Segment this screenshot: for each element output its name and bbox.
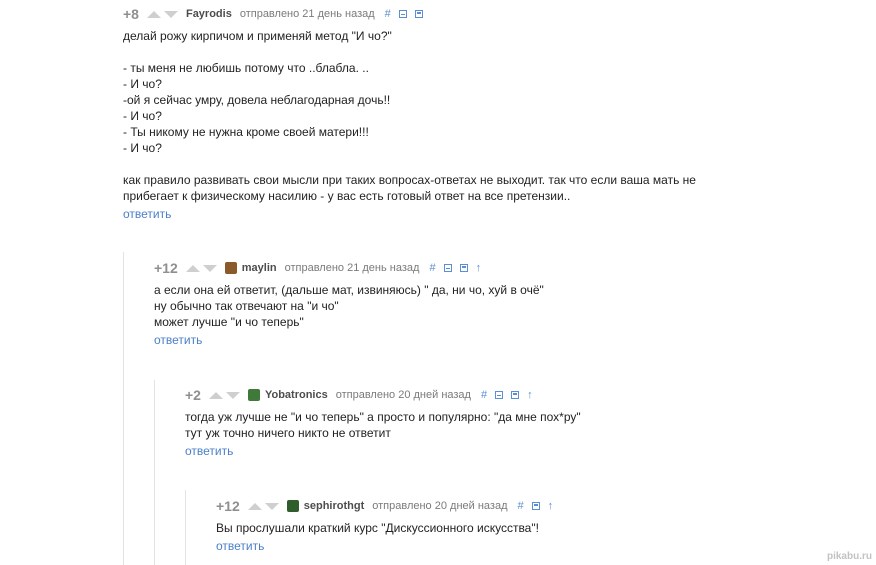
vote-up-icon[interactable] (146, 10, 161, 18)
permalink-icon[interactable]: # (429, 262, 435, 274)
vote-down-icon[interactable] (163, 10, 178, 18)
comment-timestamp: отправлено 20 дней назад (335, 389, 471, 401)
vote-down-icon[interactable] (202, 264, 217, 272)
comment-rating: +12 (216, 498, 240, 514)
reply-link[interactable]: ответить (216, 539, 264, 553)
comment-header: +12 maylin отправлено 21 день назад # ↑ (154, 260, 854, 276)
comment-timestamp: отправлено 21 день назад (284, 262, 420, 274)
reply-link[interactable]: ответить (185, 444, 233, 458)
comment-line: - ты меня не любишь потому что ..блабла.… (123, 61, 369, 75)
comment-line: как правило развивать свои мысли при так… (123, 173, 696, 187)
permalink-icon[interactable]: # (517, 500, 523, 512)
comment-line: а если она ей ответит, (дальше мат, изви… (154, 283, 544, 297)
thread-line (123, 252, 124, 565)
vote-up-icon[interactable] (208, 391, 223, 399)
comment-body: а если она ей ответит, (дальше мат, изви… (154, 282, 854, 330)
parent-arrow-icon[interactable]: ↑ (527, 389, 533, 401)
comment-line: - И чо? (123, 77, 162, 91)
avatar (247, 389, 260, 401)
parent-arrow-icon[interactable]: ↑ (548, 500, 554, 512)
save-icon[interactable] (531, 502, 540, 510)
comment: +12 sephirothgt отправлено 20 дней назад… (216, 498, 856, 555)
comment-line: Вы прослушали краткий курс "Дискуссионно… (216, 521, 539, 535)
comment-line: - И чо? (123, 141, 162, 155)
comment-header: +2 Yobatronics отправлено 20 дней назад … (185, 387, 855, 403)
collapse-icon[interactable] (495, 391, 504, 399)
comment-line: -ой я сейчас умру, довела неблагодарная … (123, 93, 391, 107)
comment: +12 maylin отправлено 21 день назад # ↑ … (154, 260, 854, 349)
comment-rating: +12 (154, 260, 178, 276)
save-icon[interactable] (414, 10, 423, 18)
comment-rating: +8 (123, 6, 139, 22)
comment: +2 Yobatronics отправлено 20 дней назад … (185, 387, 855, 460)
comment-timestamp: отправлено 20 дней назад (372, 500, 508, 512)
vote-up-icon[interactable] (247, 502, 262, 510)
comment-author[interactable]: sephirothgt (304, 500, 365, 512)
avatar (224, 262, 237, 274)
save-icon[interactable] (511, 391, 520, 399)
collapse-icon[interactable] (443, 264, 452, 272)
comment-line: - И чо? (123, 109, 162, 123)
reply-link[interactable]: ответить (123, 207, 171, 221)
comment-line: тут уж точно ничего никто не ответит (185, 426, 391, 440)
parent-arrow-icon[interactable]: ↑ (476, 262, 482, 274)
permalink-icon[interactable]: # (385, 8, 391, 20)
save-icon[interactable] (459, 264, 468, 272)
comment-timestamp: отправлено 21 день назад (239, 8, 375, 20)
reply-link[interactable]: ответить (154, 333, 202, 347)
comment-body: Вы прослушали краткий курс "Дискуссионно… (216, 520, 856, 536)
comment-line: делай рожу кирпичом и применяй метод "И … (123, 29, 392, 43)
permalink-icon[interactable]: # (481, 389, 487, 401)
comment-rating: +2 (185, 387, 201, 403)
watermark: pikabu.ru (826, 551, 872, 562)
comment-line: ну обычно так отвечают на "и чо" (154, 299, 339, 313)
comment-header: +8 Fayrodis отправлено 21 день назад # (123, 6, 863, 22)
vote-down-icon[interactable] (264, 502, 279, 510)
comment-body: делай рожу кирпичом и применяй метод "И … (123, 28, 863, 204)
thread-line (185, 490, 186, 565)
comment-line (123, 44, 863, 60)
comment-line (123, 156, 863, 172)
comment-author[interactable]: Yobatronics (265, 389, 328, 401)
comment-line: тогда уж лучше не "и чо теперь" а просто… (185, 410, 581, 424)
comment: +8 Fayrodis отправлено 21 день назад # д… (123, 6, 863, 223)
comment-line: прибегает к физическому насилию - у вас … (123, 189, 571, 203)
avatar (286, 500, 299, 512)
comment-line: - Ты никому не нужна кроме своей матери!… (123, 125, 369, 139)
vote-up-icon[interactable] (185, 264, 200, 272)
comment-header: +12 sephirothgt отправлено 20 дней назад… (216, 498, 856, 514)
collapse-icon[interactable] (398, 10, 407, 18)
comment-author[interactable]: Fayrodis (186, 8, 232, 20)
thread-line (154, 380, 155, 565)
comment-author[interactable]: maylin (242, 262, 277, 274)
comment-body: тогда уж лучше не "и чо теперь" а просто… (185, 409, 855, 441)
comment-line: может лучше "и чо теперь" (154, 315, 304, 329)
vote-down-icon[interactable] (225, 391, 240, 399)
